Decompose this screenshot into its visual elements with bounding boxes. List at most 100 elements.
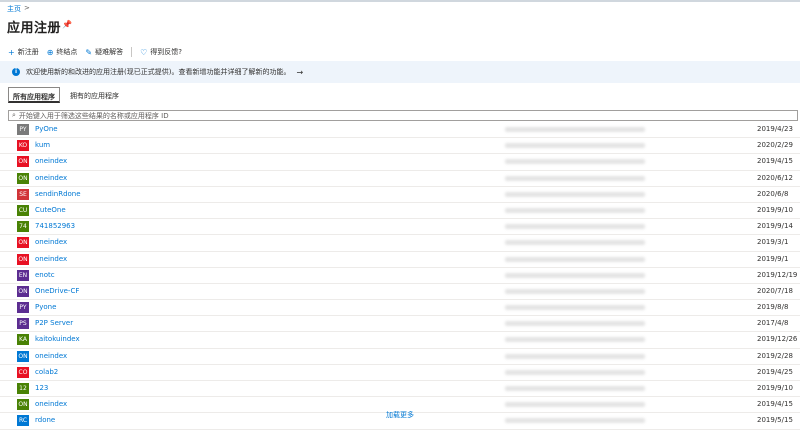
- pin-icon[interactable]: 📌: [62, 20, 72, 29]
- info-icon: i: [12, 68, 20, 76]
- app-name-link[interactable]: oneindex: [35, 400, 67, 408]
- app-avatar: 74: [17, 221, 29, 233]
- table-row[interactable]: PS P2P Server 2017/4/8: [0, 316, 800, 333]
- banner-text: 欢迎使用新的和改进的应用注册(现已正式提供)。查看新增功能并详细了解新的功能。: [26, 68, 291, 76]
- app-created-date: 2019/9/10: [757, 205, 793, 214]
- tabs: 所有应用程序 拥有的应用程序: [8, 87, 129, 103]
- app-name-link[interactable]: colab2: [35, 368, 58, 376]
- app-id-redacted: [505, 240, 645, 246]
- table-row[interactable]: EN enotc 2019/12/19: [0, 268, 800, 284]
- app-name-link[interactable]: OneDrive-CF: [35, 287, 79, 295]
- endpoints-label: 终结点: [56, 48, 78, 56]
- app-avatar: ON: [17, 399, 29, 411]
- app-created-date: 2019/4/15: [757, 157, 793, 166]
- top-border: [0, 0, 800, 2]
- app-name-link[interactable]: P2P Server: [35, 319, 73, 327]
- app-created-date: 2020/6/8: [757, 189, 789, 198]
- tab-all-applications[interactable]: 所有应用程序: [8, 87, 60, 103]
- app-avatar: CO: [17, 366, 29, 378]
- app-avatar: PY: [17, 124, 29, 135]
- app-name-link[interactable]: oneindex: [35, 352, 67, 360]
- table-row[interactable]: ON oneindex 2020/6/12: [0, 171, 800, 187]
- table-row[interactable]: PY Pyone 2019/8/8: [0, 300, 800, 317]
- app-created-date: 2019/4/23: [757, 125, 793, 133]
- app-avatar: KO: [17, 140, 29, 152]
- app-id-redacted: [505, 272, 645, 278]
- feedback-label: 得到反馈?: [150, 48, 182, 56]
- new-registration-button[interactable]: + 新注册: [8, 47, 39, 57]
- table-row[interactable]: PY PyOne 2019/4/23: [0, 122, 800, 139]
- app-name-link[interactable]: 123: [35, 384, 48, 392]
- app-name-link[interactable]: oneindex: [35, 174, 67, 182]
- app-id-redacted: [505, 369, 645, 375]
- app-avatar: EN: [17, 269, 29, 281]
- app-avatar: PY: [17, 302, 29, 314]
- app-id-redacted: [505, 321, 645, 327]
- app-name-link[interactable]: Pyone: [35, 303, 56, 311]
- app-id-redacted: [505, 127, 645, 132]
- table-row[interactable]: ON OneDrive-CF 2020/7/18: [0, 284, 800, 301]
- app-name-link[interactable]: PyOne: [35, 125, 58, 133]
- app-id-redacted: [505, 337, 645, 343]
- table-row[interactable]: ON oneindex 2019/9/1: [0, 252, 800, 268]
- app-avatar: ON: [17, 253, 29, 265]
- app-name-link[interactable]: oneindex: [35, 238, 67, 246]
- table-row[interactable]: SE sendinRdone 2020/6/8: [0, 187, 800, 203]
- page-title: 应用注册: [7, 21, 62, 36]
- table-row[interactable]: KO kum 2020/2/29: [0, 138, 800, 155]
- app-avatar: ON: [17, 172, 29, 184]
- tab-owned-applications[interactable]: 拥有的应用程序: [66, 87, 123, 103]
- load-more-link[interactable]: 加载更多: [0, 410, 800, 420]
- app-name-link[interactable]: kaitokuindex: [35, 335, 80, 343]
- app-id-redacted: [505, 224, 645, 230]
- app-avatar: ON: [17, 237, 29, 249]
- troubleshooting-button[interactable]: ✎ 疑难解答: [85, 47, 123, 57]
- troubleshooting-label: 疑难解答: [95, 48, 124, 56]
- toolbar-divider: [131, 47, 133, 57]
- app-created-date: 2019/3/1: [757, 238, 789, 247]
- search-input[interactable]: ⌕ 开始键入用于筛选这些结果的名称或应用程序 ID: [8, 110, 798, 121]
- search-icon: ⌕: [12, 111, 16, 119]
- endpoints-button[interactable]: ⊕ 终结点: [47, 47, 78, 57]
- app-list: PY PyOne 2019/4/23 KO kum 2020/2/29 ON oneindex…: [0, 122, 800, 430]
- wrench-icon: ✎: [85, 47, 93, 57]
- table-row[interactable]: 74 741852963 2019/9/14: [0, 219, 800, 236]
- table-row[interactable]: KA kaitokuindex 2019/12/26: [0, 332, 800, 349]
- app-name-link[interactable]: oneindex: [35, 157, 67, 165]
- globe-icon: ⊕: [46, 47, 54, 57]
- new-registration-label: 新注册: [17, 48, 39, 56]
- table-row[interactable]: 12 123 2019/9/10: [0, 381, 800, 398]
- heart-icon: ♡: [140, 47, 148, 57]
- app-avatar: ON: [17, 350, 29, 362]
- table-row[interactable]: CO colab2 2019/4/25: [0, 365, 800, 381]
- info-banner[interactable]: i 欢迎使用新的和改进的应用注册(现已正式提供)。查看新增功能并详细了解新的功能…: [0, 61, 800, 83]
- table-row[interactable]: CU CuteOne 2019/9/10: [0, 203, 800, 220]
- app-id-redacted: [505, 353, 645, 359]
- table-row[interactable]: ON oneindex 2019/2/28: [0, 349, 800, 365]
- app-name-link[interactable]: kum: [35, 141, 50, 149]
- app-created-date: 2019/9/14: [757, 222, 793, 231]
- app-id-redacted: [505, 191, 645, 197]
- app-name-link[interactable]: enotc: [35, 271, 55, 279]
- arrow-right-icon[interactable]: →: [296, 68, 303, 77]
- table-row[interactable]: ON oneindex 2019/3/1: [0, 235, 800, 252]
- app-created-date: 2019/8/8: [757, 303, 789, 312]
- app-id-redacted: [505, 402, 645, 408]
- app-avatar: SE: [17, 188, 29, 200]
- app-name-link[interactable]: CuteOne: [35, 206, 66, 214]
- app-name-link[interactable]: 741852963: [35, 222, 75, 230]
- app-created-date: 2019/12/26: [757, 335, 798, 344]
- app-id-redacted: [505, 143, 645, 149]
- app-avatar: ON: [17, 285, 29, 297]
- breadcrumb-home[interactable]: 主页: [7, 4, 21, 14]
- app-name-link[interactable]: sendinRdone: [35, 190, 81, 198]
- app-name-link[interactable]: oneindex: [35, 255, 67, 263]
- breadcrumb-separator: >: [24, 4, 30, 12]
- breadcrumb: 主页 >: [7, 4, 30, 14]
- app-avatar: PS: [17, 318, 29, 330]
- table-row[interactable]: ON oneindex 2019/4/15: [0, 154, 800, 171]
- app-created-date: 2017/4/8: [757, 319, 789, 328]
- feedback-button[interactable]: ♡ 得到反馈?: [140, 47, 182, 57]
- app-id-redacted: [505, 207, 645, 213]
- app-id-redacted: [505, 305, 645, 311]
